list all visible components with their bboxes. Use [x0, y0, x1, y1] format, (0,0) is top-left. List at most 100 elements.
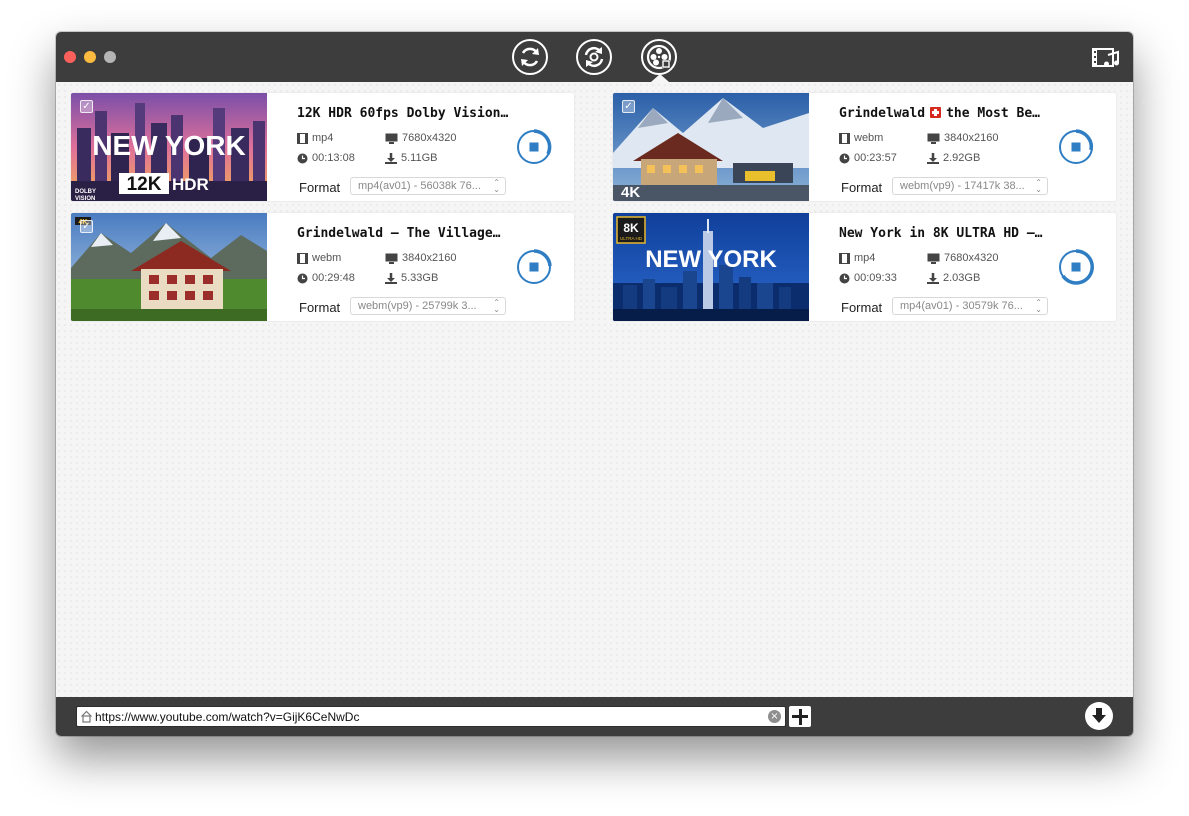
download-size-icon [927, 152, 939, 164]
select-checkbox[interactable]: ✓ [622, 100, 635, 113]
video-extension: webm [839, 132, 883, 144]
home-icon [81, 710, 92, 723]
svg-text:VISION: VISION [75, 196, 95, 202]
video-card[interactable]: NEW YORK 12K HDR DOLBY VISION ✓ 12K HDR … [70, 92, 575, 202]
svg-text:4K: 4K [621, 184, 640, 201]
video-extension: webm [297, 252, 341, 264]
convert-icon [584, 46, 604, 68]
download-progress-button[interactable] [515, 248, 553, 286]
format-label: Format [299, 300, 341, 315]
video-extension: mp4 [839, 252, 875, 264]
refresh-icon [521, 47, 539, 67]
monitor-icon [385, 253, 398, 264]
select-checkbox[interactable]: ✓ [80, 220, 93, 233]
clock-icon [839, 273, 850, 283]
url-input[interactable] [95, 707, 755, 726]
thumb-overlay-text: NEW YORK [645, 246, 777, 273]
svg-text:12K: 12K [127, 174, 162, 195]
video-title: 12K HDR 60fps Dolby Vision… [297, 106, 509, 121]
download-size-icon [927, 272, 939, 284]
format-select[interactable]: webm(vp9) - 17417k 38... ⌃ ⌄ [892, 177, 1048, 195]
active-tab-indicator [651, 74, 669, 82]
select-arrows-icon: ⌃ ⌄ [493, 178, 500, 194]
url-field[interactable]: × [76, 706, 786, 727]
thumbnail-grindelwald-4k: 4K [613, 93, 809, 201]
film-icon [297, 252, 308, 264]
select-arrows-icon: ⌃ ⌄ [493, 298, 500, 314]
refresh-button[interactable] [512, 39, 548, 75]
video-duration: 00:09:33 [839, 272, 897, 284]
video-extension: mp4 [297, 132, 333, 144]
app-window: NEW YORK 12K HDR DOLBY VISION ✓ 12K HDR … [56, 32, 1133, 736]
thumbnail-grindelwald-village: 4K [71, 213, 267, 321]
video-resolution: 3840x2160 [385, 252, 456, 264]
select-arrows-icon: ⌃ ⌄ [1035, 298, 1042, 314]
titlebar [56, 32, 1133, 82]
video-card[interactable]: 4K ✓ Grindelwald – The Village… webm 384… [70, 212, 575, 322]
thumb-overlay-text: NEW YORK [92, 130, 246, 161]
zoom-window-button[interactable] [104, 51, 116, 63]
clock-icon [297, 273, 308, 283]
add-url-button[interactable] [789, 706, 811, 727]
video-card[interactable]: 4K ✓ Grindelwald the Most Be… webm 3840x2… [612, 92, 1117, 202]
video-size: 5.33GB [385, 272, 438, 284]
download-all-button[interactable] [1085, 702, 1113, 730]
convert-button[interactable] [576, 39, 612, 75]
download-progress-button[interactable] [515, 128, 553, 166]
download-size-icon [385, 272, 397, 284]
select-arrows-icon: ⌃ ⌄ [1035, 178, 1042, 194]
video-duration: 00:23:57 [839, 152, 897, 164]
video-resolution: 7680x4320 [927, 252, 998, 264]
monitor-icon [927, 133, 940, 144]
stop-icon [529, 142, 539, 152]
video-size: 2.92GB [927, 152, 980, 164]
clock-icon [297, 153, 308, 163]
video-size: 2.03GB [927, 272, 980, 284]
video-duration: 00:13:08 [297, 152, 355, 164]
format-select[interactable]: mp4(av01) - 56038k 76... ⌃ ⌄ [350, 177, 506, 195]
bottom-bar: × [56, 697, 1133, 736]
film-reel-icon [646, 44, 672, 70]
svg-text:HDR: HDR [172, 175, 209, 194]
video-thumbnail[interactable]: 4K ✓ [613, 93, 809, 201]
format-label: Format [841, 300, 883, 315]
video-title: Grindelwald – The Village… [297, 226, 501, 241]
download-arrow-icon [1092, 708, 1106, 723]
format-select[interactable]: webm(vp9) - 25799k 3... ⌃ ⌄ [350, 297, 506, 315]
downloader-button[interactable] [641, 39, 677, 75]
download-size-icon [385, 152, 397, 164]
select-checkbox[interactable]: ✓ [80, 100, 93, 113]
svg-text:DOLBY: DOLBY [75, 189, 96, 195]
close-window-button[interactable] [64, 51, 76, 63]
thumbnail-new-york-8k: NEW YORK 8K ULTRA HD [613, 213, 809, 321]
monitor-icon [927, 253, 940, 264]
minimize-window-button[interactable] [84, 51, 96, 63]
video-title: New York in 8K ULTRA HD –… [839, 226, 1043, 241]
clear-icon[interactable]: × [768, 710, 781, 723]
film-icon [297, 132, 308, 144]
svg-text:ULTRA HD: ULTRA HD [620, 236, 643, 241]
video-card[interactable]: NEW YORK 8K ULTRA HD New York in 8K ULTR… [612, 212, 1117, 322]
thumbnail-new-york-12k: NEW YORK 12K HDR DOLBY VISION [71, 93, 267, 202]
download-progress-button[interactable] [1057, 128, 1095, 166]
film-icon [839, 252, 850, 264]
swiss-flag-icon [930, 107, 942, 118]
video-list: NEW YORK 12K HDR DOLBY VISION ✓ 12K HDR … [56, 82, 1133, 697]
download-progress-button[interactable] [1057, 248, 1095, 286]
format-label: Format [299, 180, 341, 195]
media-library-button[interactable] [1091, 46, 1121, 75]
format-select[interactable]: mp4(av01) - 30579k 76... ⌃ ⌄ [892, 297, 1048, 315]
video-resolution: 7680x4320 [385, 132, 456, 144]
video-duration: 00:29:48 [297, 272, 355, 284]
media-library-icon [1092, 48, 1119, 67]
svg-text:8K: 8K [623, 221, 639, 235]
video-thumbnail[interactable]: NEW YORK 8K ULTRA HD [613, 213, 809, 321]
monitor-icon [385, 133, 398, 144]
video-title: Grindelwald the Most Be… [839, 106, 1041, 121]
video-size: 5.11GB [385, 152, 438, 164]
video-thumbnail[interactable]: 4K ✓ [71, 213, 267, 321]
clock-icon [839, 153, 850, 163]
stop-icon [1071, 262, 1081, 272]
film-icon [839, 132, 850, 144]
video-thumbnail[interactable]: NEW YORK 12K HDR DOLBY VISION ✓ [71, 93, 267, 202]
